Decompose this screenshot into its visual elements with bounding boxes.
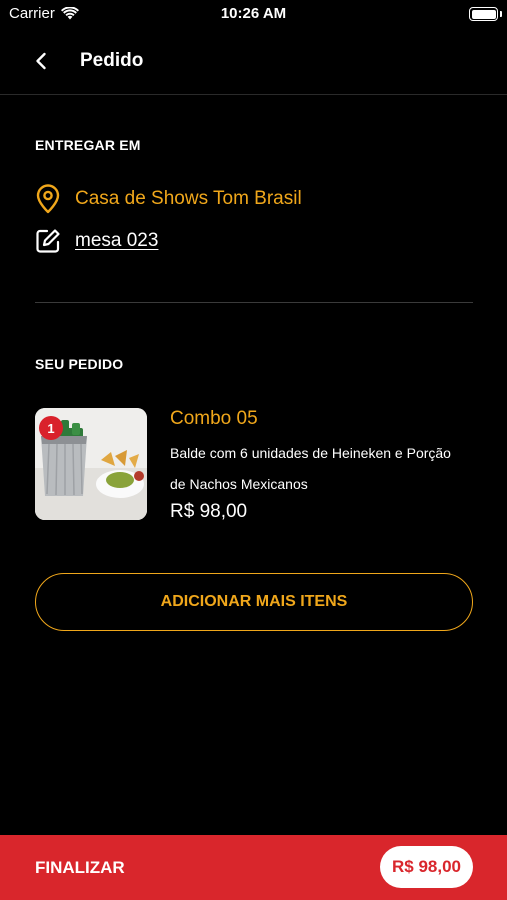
order-total-badge: R$ 98,00 — [380, 846, 473, 888]
section-divider — [35, 302, 473, 303]
quantity-badge: 1 — [39, 416, 63, 440]
item-description: Balde com 6 unidades de Heineken e Porçã… — [170, 445, 451, 492]
status-bar: Carrier 10:26 AM — [0, 0, 507, 28]
battery-icon — [469, 7, 498, 21]
item-price: R$ 98,00 — [170, 501, 248, 522]
delivery-table-row[interactable]: mesa 023 — [35, 228, 158, 254]
finalize-button[interactable]: FINALIZAR — [35, 858, 125, 878]
delivery-section-label: ENTREGAR EM — [35, 137, 141, 153]
item-thumbnail: 1 — [35, 408, 147, 520]
status-time: 10:26 AM — [220, 5, 287, 22]
delivery-venue-row[interactable]: Casa de Shows Tom Brasil — [35, 184, 302, 214]
add-more-items-button[interactable]: ADICIONAR MAIS ITENS — [35, 573, 473, 631]
finalize-bar[interactable]: FINALIZAR R$ 98,00 — [0, 835, 507, 900]
delivery-venue: Casa de Shows Tom Brasil — [75, 188, 302, 209]
edit-icon — [36, 229, 60, 253]
item-name: Combo 05 — [170, 408, 258, 429]
navigation-bar: Pedido — [0, 30, 507, 95]
chevron-left-icon — [36, 52, 46, 70]
page-title: Pedido — [80, 50, 144, 71]
back-button[interactable] — [26, 46, 56, 76]
order-section-label: SEU PEDIDO — [35, 356, 124, 372]
location-pin-icon — [36, 184, 60, 214]
delivery-table: mesa 023 — [75, 230, 159, 251]
order-item[interactable]: 1 Combo 05 Balde com 6 unidades de Heine… — [35, 408, 475, 524]
